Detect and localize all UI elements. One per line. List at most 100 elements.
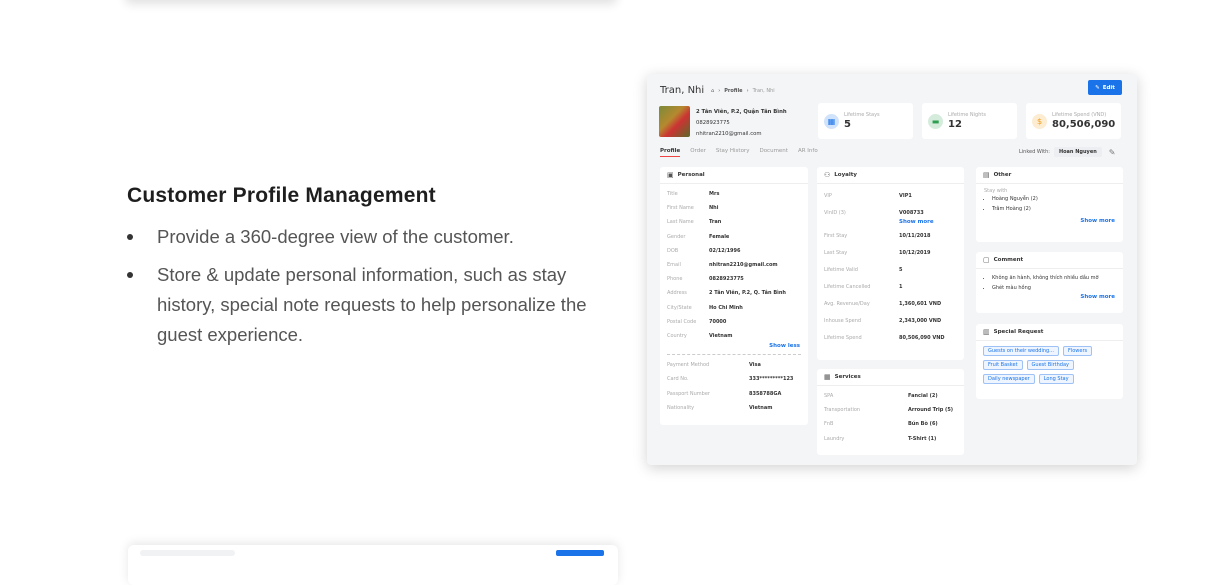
row-value: 10/11/2018 [899,232,931,239]
row-label: Avg. Revenue/Day [824,300,870,307]
feature-bullets: Provide a 360-degree view of the custome… [127,222,607,350]
info-row: Postal Code 70000 [667,315,801,329]
request-tag[interactable]: Flowers [1062,346,1093,356]
stat-text: Lifetime Stays 5 [844,112,880,130]
show-more-link[interactable]: Show more [817,219,964,225]
chevron-right-icon: › [718,88,721,94]
pencil-icon[interactable]: ✎ [1109,148,1116,157]
stat-label: Lifetime Nights [948,112,986,118]
row-label: Lifetime Spend [824,334,862,341]
info-row: Last Stay 10/12/2019 [824,244,957,261]
pencil-icon: ✎ [1095,84,1100,91]
show-more-link[interactable]: Show more [976,294,1123,300]
breadcrumb-profile[interactable]: Profile [724,88,742,94]
card-title: Services [834,374,861,380]
card-title: Comment [993,257,1024,263]
row-value: 70000 [709,318,727,325]
comment-item: Không ăn hành, không thích nhiều dầu mỡ [992,273,1115,283]
row-label: Country [667,332,687,339]
row-label: First Name [667,205,694,212]
info-row: Transportation Arround Trip (5) [824,403,957,417]
divider [667,354,801,356]
row-value: 1 [899,283,903,290]
info-row: Lifetime Valid 5 [824,261,957,278]
request-tag[interactable]: Guest Birthday [1026,360,1075,370]
tab-stay-history[interactable]: Stay History [716,148,750,157]
row-label: Laundry [824,435,845,442]
card-title: Personal [677,172,705,178]
row-value: Arround Trip (5) [908,407,954,414]
info-row: City/State Ho Chi Minh [667,301,801,315]
info-row: First Name Nhi [667,201,801,215]
row-label: FnB [824,421,834,428]
info-row: SPA Fancial (2) [824,389,957,403]
row-label: Last Name [667,219,694,226]
info-row: Country Vietnam [667,329,801,343]
row-label: Phone [667,276,683,283]
row-value: 0828923775 [709,276,744,283]
note-icon: ▤ [983,171,990,179]
info-row: Passport Number 8358788GA [667,386,801,400]
row-label: Inhouse Spend [824,317,862,324]
row-label: Transportation [824,407,861,414]
linked-chip[interactable]: Hoan Nguyen [1053,147,1102,157]
info-row: Nationality Vietnam [667,401,801,415]
user-group-icon: ⚇ [824,171,831,179]
stay-with-item: Trâm Hoàng (2) [992,204,1115,214]
row-value: T-Shirt (1) [908,435,937,442]
info-row: Lifetime Spend 80,506,090 VND [824,329,957,346]
info-row: Address 2 Tân Viên, P.2, Q. Tân Bình [667,286,801,300]
card-title: Special Request [993,329,1044,335]
info-row: Gender Female [667,230,801,244]
row-value: VIP1 [899,192,912,199]
tab-ar-info[interactable]: AR Info [798,148,818,157]
row-value: Ho Chi Minh [709,304,743,311]
row-label: SPA [824,393,834,400]
info-row: Phone 0828923775 [667,272,801,286]
stat-card: ▬ Lifetime Nights 12 [922,103,1017,139]
chevron-right-icon: › [746,88,749,94]
stat-text: Lifetime Nights 12 [948,112,986,130]
tab-profile[interactable]: Profile [660,148,681,157]
info-row: Lifetime Cancelled 1 [824,278,957,295]
info-row: Laundry T-Shirt (1) [824,432,957,446]
request-tag[interactable]: Long Stay [1038,374,1074,384]
tab-document[interactable]: Document [759,148,788,157]
row-value: Female [709,233,730,240]
contact-info: 2 Tân Viên, P.2, Quận Tân Bình 082892377… [696,107,787,140]
feature-heading: Customer Profile Management [127,184,436,207]
request-tag[interactable]: Guests on their wedding... [983,346,1059,356]
avatar [659,106,690,137]
stat-value: 80,506,090 [1052,119,1116,130]
row-value: 02/12/1996 [709,247,741,254]
row-label: Nationality [667,404,695,411]
edit-button[interactable]: ✎ Edit [1088,80,1122,95]
row-value: Nhi [709,205,719,212]
row-label: Last Stay [824,249,848,256]
info-row: DOB 02/12/1996 [667,244,801,258]
info-row: Avg. Revenue/Day 1,360,601 VND [824,295,957,312]
row-value: V008733 [899,209,924,216]
comment-item: Ghét màu hồng [992,283,1115,293]
home-icon[interactable]: ⌂ [711,88,714,94]
card-title: Other [993,172,1012,178]
row-label: Title [667,191,678,198]
row-value: 333*********123 [749,376,794,383]
linked-label: Linked With: [1019,149,1050,155]
edit-label: Edit [1102,84,1115,91]
breadcrumb-current: Tran, Nhi [752,88,775,94]
linked-with: Linked With: Hoan Nguyen ✎ [1019,147,1115,157]
request-tag[interactable]: Daily newspaper [983,374,1035,384]
tab-order[interactable]: Order [690,148,706,157]
show-less-link[interactable]: Show less [660,343,808,349]
info-row: Title Mrs [667,187,801,201]
feature-section: Customer Profile Management Provide a 36… [127,184,607,358]
row-value: 80,506,090 VND [899,334,945,341]
row-label: City/State [667,304,692,311]
contact-email: nhitran2210@gmail.com [696,131,762,137]
stat-value: 5 [844,119,851,130]
show-more-link[interactable]: Show more [976,218,1123,224]
info-row: Last Name Tran [667,215,801,229]
request-tag[interactable]: Fruit Basket [983,360,1023,370]
row-label: VIP [824,192,832,199]
